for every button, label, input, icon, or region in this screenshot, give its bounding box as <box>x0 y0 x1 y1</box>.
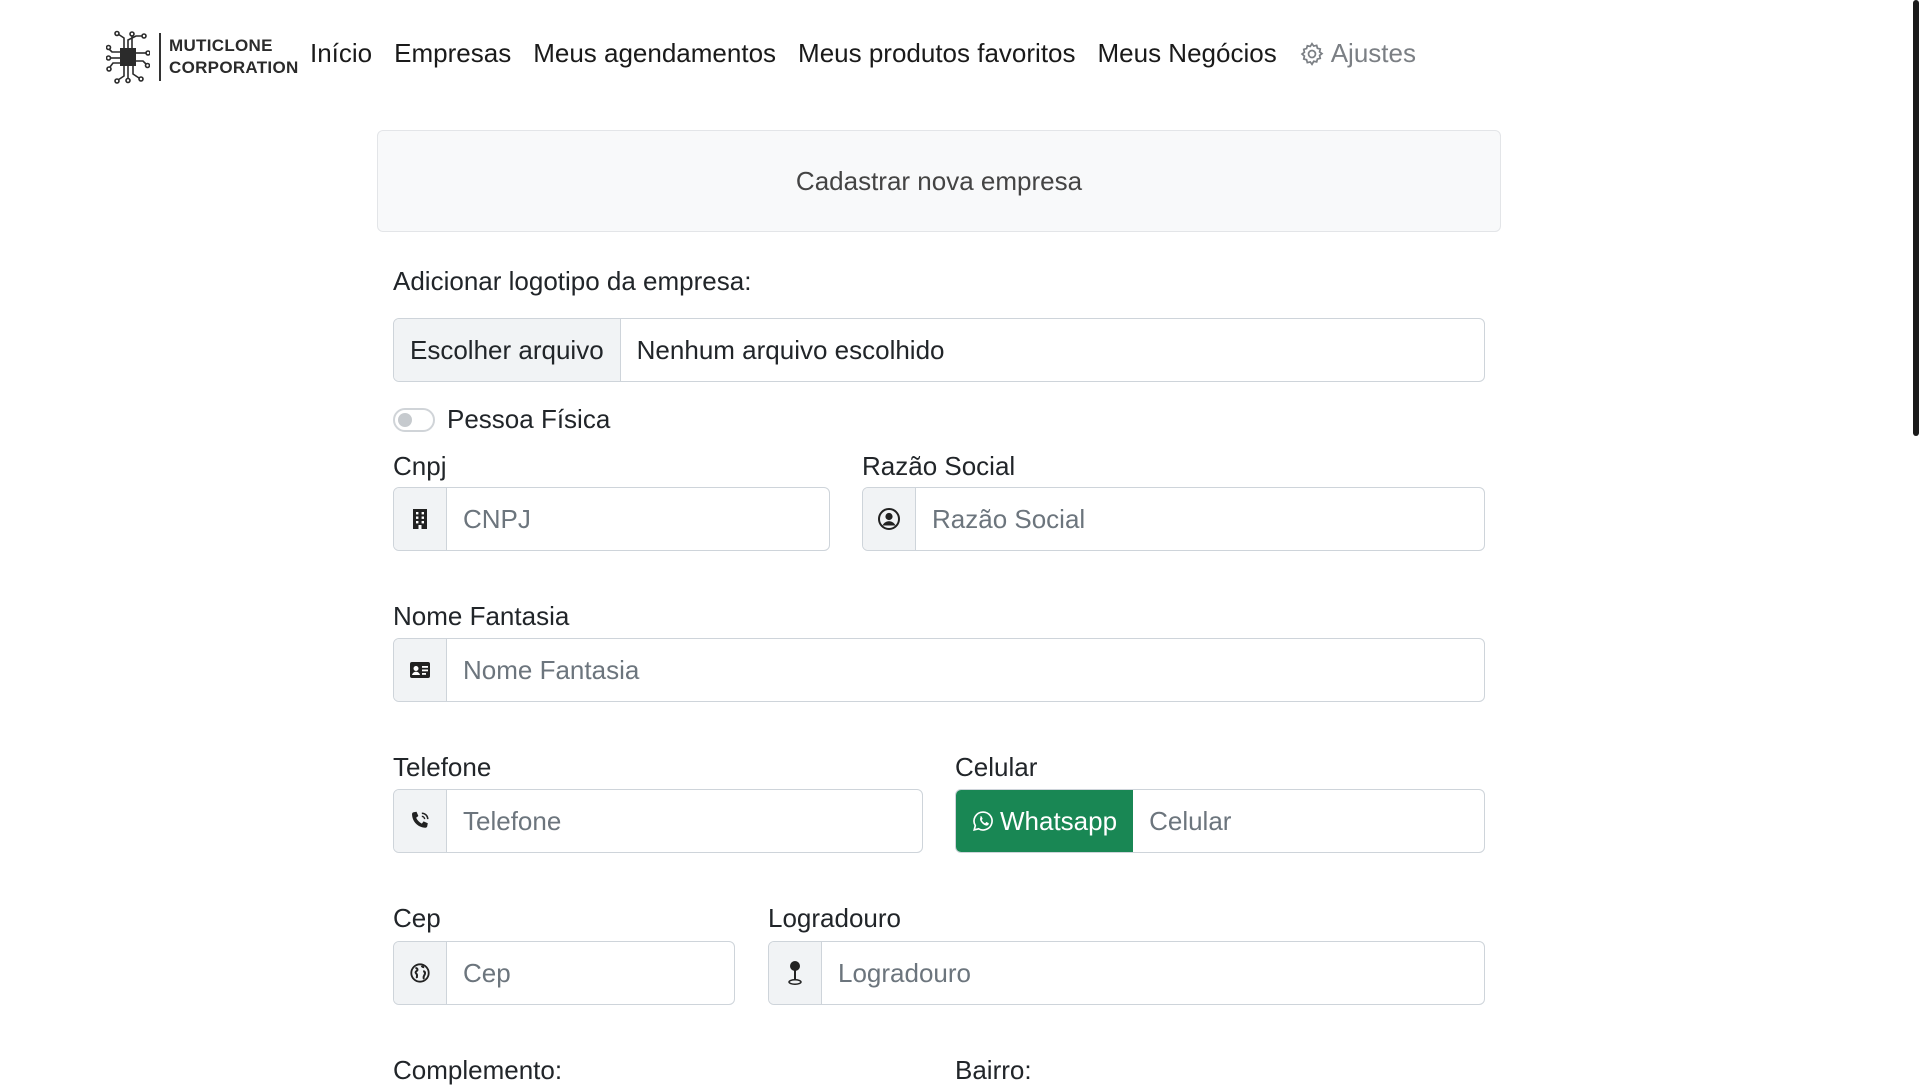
whatsapp-button-label: Whatsapp <box>1000 805 1118 836</box>
bairro-label: Bairro: <box>955 1055 1032 1085</box>
cep-label: Cep <box>393 903 441 933</box>
pessoa-fisica-label: Pessoa Física <box>447 404 611 434</box>
whatsapp-button[interactable]: Whatsapp <box>956 790 1134 852</box>
nav-item-empresas[interactable]: Empresas <box>394 38 511 69</box>
telefone-label: Telefone <box>393 752 492 782</box>
nav-item-ajustes[interactable]: Ajustes <box>1299 38 1416 69</box>
map-pin-icon <box>769 942 822 1004</box>
nav-item-meus-agendamentos[interactable]: Meus agendamentos <box>533 38 776 69</box>
nav-item-ajustes-label: Ajustes <box>1330 38 1416 68</box>
cnpj-input[interactable] <box>447 488 829 550</box>
choose-file-button[interactable]: Escolher arquivo <box>394 319 621 381</box>
cep-input-group <box>393 941 735 1005</box>
switch-knob <box>398 412 412 427</box>
building-icon <box>394 488 447 550</box>
form-card-header: Cadastrar nova empresa <box>377 130 1501 232</box>
logo-divider <box>159 33 161 81</box>
form-title: Cadastrar nova empresa <box>795 165 1083 196</box>
nome-fantasia-input-group <box>393 638 1485 702</box>
logo-file-input[interactable]: Escolher arquivo Nenhum arquivo escolhid… <box>393 318 1485 382</box>
nav-item-inicio[interactable]: Início <box>310 38 372 69</box>
razao-social-label: Razão Social <box>862 451 1016 481</box>
navbar: MUTICLONE CORPORATION Início Empresas Me… <box>0 0 1919 118</box>
logo-upload-label: Adicionar logotipo da empresa: <box>393 266 752 296</box>
id-card-icon <box>394 639 447 701</box>
nav-item-meus-negocios[interactable]: Meus Negócios <box>1098 38 1277 69</box>
brand-logo[interactable]: MUTICLONE CORPORATION <box>106 28 299 86</box>
brand-name: MUTICLONE CORPORATION <box>169 35 299 79</box>
user-circle-icon <box>863 488 916 550</box>
celular-label: Celular <box>955 752 1038 782</box>
nav-item-meus-produtos-favoritos[interactable]: Meus produtos favoritos <box>798 38 1075 69</box>
brand-line-1: MUTICLONE <box>169 36 273 55</box>
razao-social-input-group <box>862 487 1485 551</box>
pessoa-fisica-switch[interactable] <box>393 407 435 432</box>
globe-icon <box>394 942 447 1004</box>
cnpj-input-group <box>393 487 830 551</box>
nome-fantasia-label: Nome Fantasia <box>393 601 570 631</box>
pessoa-fisica-toggle-row: Pessoa Física <box>393 404 610 435</box>
cep-input[interactable] <box>447 942 734 1004</box>
whatsapp-icon <box>973 811 993 832</box>
cnpj-label: Cnpj <box>393 451 447 481</box>
brand-line-2: CORPORATION <box>169 58 299 77</box>
celular-input-group: Whatsapp <box>955 789 1485 853</box>
file-status-text: Nenhum arquivo escolhido <box>636 334 945 365</box>
nav-links: Início Empresas Meus agendamentos Meus p… <box>310 38 1438 69</box>
circuit-chip-icon <box>106 30 150 84</box>
gear-icon <box>1300 41 1324 66</box>
telefone-input-group <box>393 789 923 853</box>
logradouro-input[interactable] <box>822 942 1484 1004</box>
nome-fantasia-input[interactable] <box>447 639 1484 701</box>
telefone-input[interactable] <box>447 790 922 852</box>
logradouro-label: Logradouro <box>768 903 901 933</box>
phone-icon <box>394 790 447 852</box>
razao-social-input[interactable] <box>916 488 1484 550</box>
complemento-label: Complemento: <box>393 1055 563 1085</box>
logradouro-input-group <box>768 941 1485 1005</box>
celular-input[interactable] <box>1133 790 1484 852</box>
page-scrollbar[interactable] <box>1913 0 1919 436</box>
